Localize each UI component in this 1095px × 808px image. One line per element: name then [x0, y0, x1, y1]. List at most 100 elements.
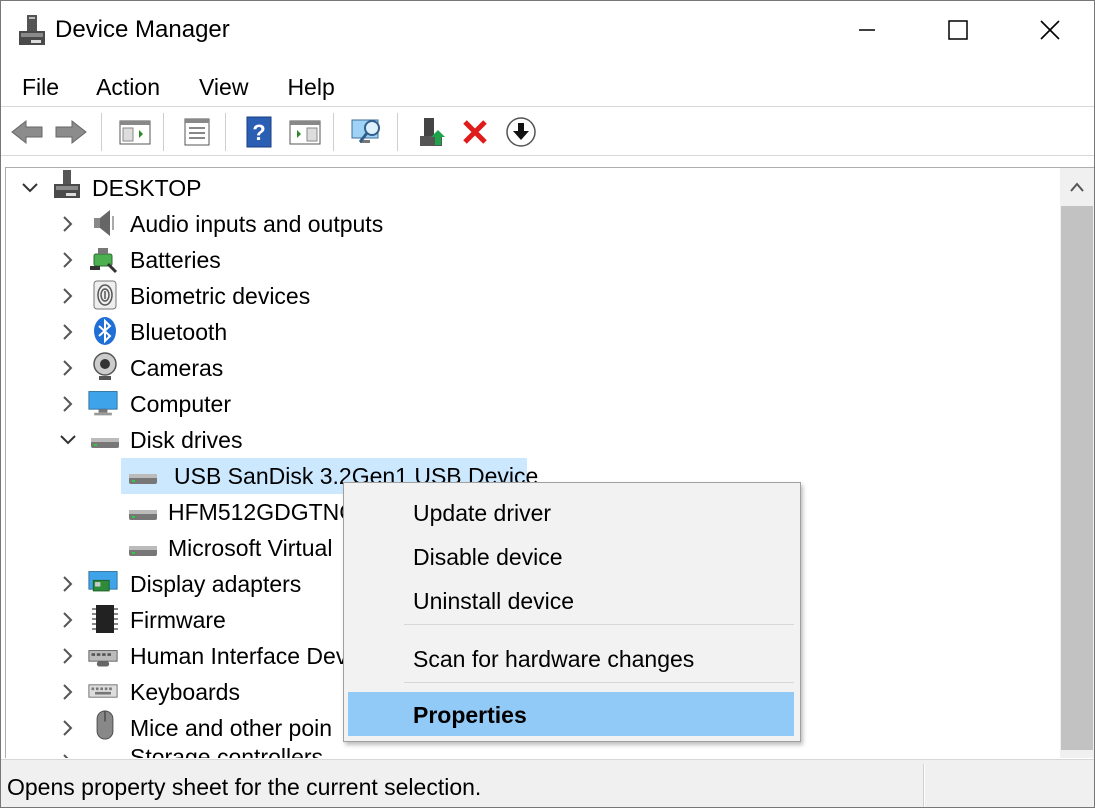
chevron-up-icon — [1070, 182, 1084, 192]
svg-text:?: ? — [252, 120, 265, 145]
scan-hardware-button[interactable] — [349, 115, 385, 149]
chevron-right-icon[interactable] — [58, 646, 78, 666]
chevron-down-icon[interactable] — [20, 178, 40, 198]
scroll-up-button[interactable] — [1060, 168, 1094, 206]
chevron-right-icon[interactable] — [58, 286, 78, 306]
title-bar: Device Manager — [1, 1, 1094, 59]
drive-icon — [129, 474, 157, 484]
tree-item-label[interactable]: Firmware — [130, 607, 226, 634]
menu-item-label: Properties — [413, 702, 527, 728]
back-arrow-icon — [11, 119, 43, 145]
status-bar: Opens property sheet for the current sel… — [1, 759, 1094, 807]
maximize-icon — [948, 20, 968, 40]
window-title: Device Manager — [55, 16, 230, 43]
menu-help[interactable]: Help — [266, 65, 352, 105]
menu-item-label: Scan for hardware changes — [413, 646, 695, 672]
download-circle-icon — [506, 117, 536, 147]
toolbar: ? — [1, 106, 1094, 156]
tree-item-label[interactable]: Cameras — [130, 355, 223, 382]
fingerprint-icon — [93, 280, 117, 310]
device-manager-icon — [19, 15, 45, 45]
properties-sheet-icon — [184, 118, 210, 146]
action-pane-icon — [289, 120, 321, 145]
chevron-right-icon[interactable] — [58, 394, 78, 414]
help-button[interactable]: ? — [241, 115, 277, 149]
minimize-button[interactable] — [821, 1, 913, 59]
speaker-icon — [94, 210, 114, 236]
chevron-right-icon[interactable] — [58, 682, 78, 702]
drive-icon — [129, 510, 157, 520]
tree-item-label[interactable]: Storage controllers — [130, 744, 323, 758]
uninstall-button[interactable] — [457, 115, 493, 149]
chevron-right-icon[interactable] — [58, 610, 78, 630]
menu-bar: File Action View Help — [1, 65, 353, 105]
menu-file[interactable]: File — [1, 65, 75, 105]
display-adapter-icon — [88, 571, 118, 592]
menu-action[interactable]: Action — [75, 65, 178, 105]
scroll-thumb[interactable] — [1061, 206, 1093, 750]
tree-item-label[interactable]: Disk drives — [130, 427, 242, 454]
chevron-right-icon[interactable] — [58, 718, 78, 738]
menu-separator — [404, 682, 794, 683]
menu-view[interactable]: View — [178, 65, 266, 105]
chevron-down-icon[interactable] — [58, 430, 78, 450]
tree-item-label[interactable]: Display adapters — [130, 571, 301, 598]
vertical-scrollbar[interactable] — [1060, 167, 1094, 758]
chevron-right-icon[interactable] — [58, 250, 78, 270]
help-icon: ? — [246, 116, 272, 148]
drive-icon — [129, 546, 157, 556]
keyboard-icon — [88, 684, 118, 698]
disk-child-label[interactable]: HFM512GDGTNG — [168, 499, 357, 526]
tree-root-label[interactable]: DESKTOP — [92, 175, 202, 202]
maximize-button[interactable] — [912, 1, 1004, 59]
menu-item-label: Update driver — [413, 500, 552, 526]
menu-scan-hardware[interactable]: Scan for hardware changes — [348, 636, 794, 680]
status-text: Opens property sheet for the current sel… — [7, 774, 482, 800]
console-tree-icon — [119, 120, 151, 145]
forward-button[interactable] — [53, 115, 89, 149]
hid-icon — [88, 650, 118, 667]
menu-update-driver[interactable]: Update driver — [348, 490, 794, 534]
forward-arrow-icon — [55, 119, 87, 145]
bluetooth-icon — [94, 317, 116, 345]
tree-item-label[interactable]: Keyboards — [130, 679, 240, 706]
menu-item-label: Uninstall device — [413, 588, 575, 614]
chevron-right-icon[interactable] — [58, 322, 78, 342]
menu-uninstall-device[interactable]: Uninstall device — [348, 578, 794, 622]
mouse-icon — [96, 710, 114, 740]
disk-child-label[interactable]: Microsoft Virtual — [168, 535, 332, 562]
properties-toolbar-button[interactable] — [179, 115, 215, 149]
menu-disable-device[interactable]: Disable device — [348, 534, 794, 578]
tree-item-label[interactable]: Biometric devices — [130, 283, 310, 310]
tree-item-label[interactable]: Batteries — [130, 247, 221, 274]
back-button[interactable] — [9, 115, 45, 149]
close-button[interactable] — [1004, 1, 1094, 59]
show-hide-console-tree-button[interactable] — [117, 115, 153, 149]
disable-device-button[interactable] — [503, 115, 539, 149]
red-x-icon — [463, 120, 487, 144]
tree-item-label[interactable]: Human Interface Dev — [130, 643, 347, 670]
computer-root-icon — [54, 170, 80, 198]
tree-item-label[interactable]: Computer — [130, 391, 231, 418]
update-driver-button[interactable] — [415, 115, 451, 149]
chevron-right-icon[interactable] — [58, 214, 78, 234]
device-manager-window: Device Manager File Action View Help ? D… — [0, 0, 1095, 808]
battery-icon — [90, 248, 118, 274]
chevron-right-icon[interactable] — [58, 358, 78, 378]
context-menu: Update driver Disable device Uninstall d… — [343, 482, 801, 742]
menu-properties[interactable]: Properties — [348, 692, 794, 736]
tree-item-label[interactable]: Bluetooth — [130, 319, 227, 346]
drive-icon — [91, 438, 119, 448]
tree-item-label[interactable]: Audio inputs and outputs — [130, 211, 383, 238]
webcam-icon — [93, 352, 117, 380]
tree-item-label[interactable]: Mice and other poin — [130, 715, 332, 742]
scan-monitor-icon — [351, 119, 380, 143]
minimize-icon — [859, 29, 875, 31]
chevron-right-icon[interactable] — [58, 574, 78, 594]
monitor-icon — [88, 391, 118, 416]
menu-item-label: Disable device — [413, 544, 563, 570]
action-pane-button[interactable] — [287, 115, 323, 149]
menu-separator — [404, 624, 794, 625]
status-divider — [923, 764, 925, 807]
chevron-right-icon[interactable] — [58, 752, 78, 758]
